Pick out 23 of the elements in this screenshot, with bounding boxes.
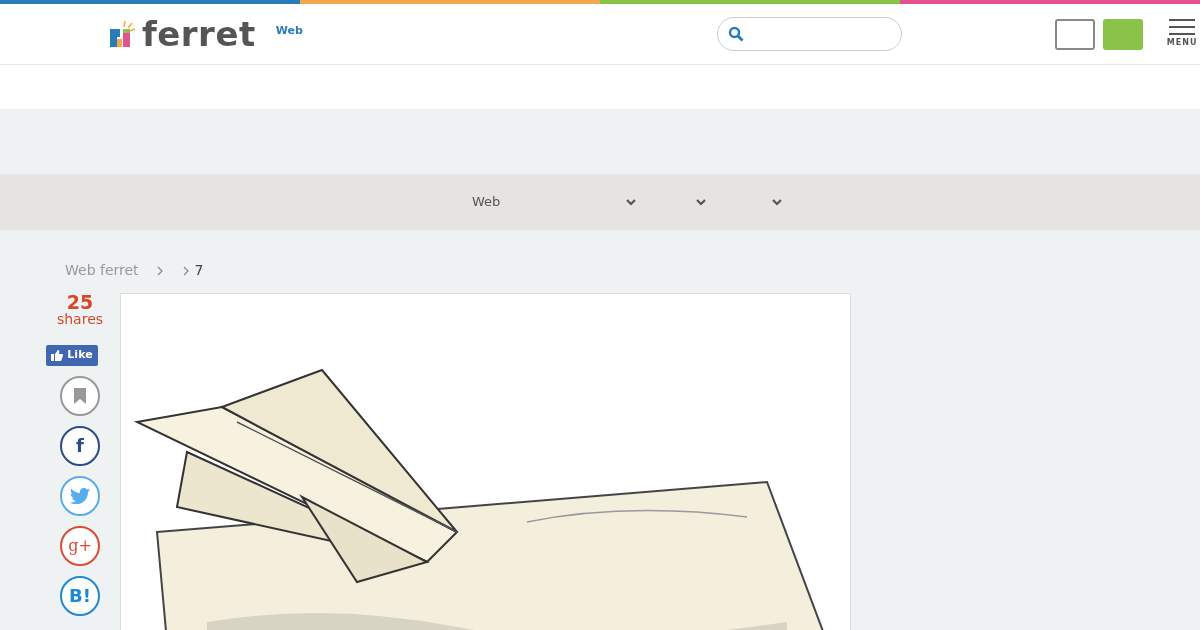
menu-button[interactable]: MENU — [1166, 19, 1198, 49]
menu-icon — [1169, 19, 1196, 35]
logo[interactable]: ferret — [110, 17, 256, 51]
chevron-right-icon — [156, 265, 163, 276]
bookmark-button[interactable] — [60, 375, 100, 416]
header-button[interactable] — [1054, 18, 1095, 50]
nav-item[interactable]: Web — [472, 192, 637, 212]
like-button[interactable]: Like — [46, 345, 98, 366]
share-count: 25 — [66, 293, 94, 312]
bird-icon — [70, 487, 90, 504]
chevron-right-icon — [182, 265, 189, 276]
google-plus-button[interactable]: g+ — [60, 525, 100, 566]
logo-icon — [110, 19, 136, 49]
twitter-button[interactable] — [60, 475, 100, 516]
share-label: shares — [56, 312, 104, 328]
bookmark-icon — [74, 387, 86, 404]
breadcrumb-current: 7 — [194, 261, 204, 280]
category-label: Web — [275, 22, 303, 39]
thumbs-up-icon — [51, 350, 64, 362]
facebook-button[interactable]: f — [60, 425, 100, 466]
search-icon — [727, 26, 744, 42]
hatena-button[interactable]: B! — [60, 575, 100, 616]
header-button[interactable] — [1102, 18, 1143, 50]
